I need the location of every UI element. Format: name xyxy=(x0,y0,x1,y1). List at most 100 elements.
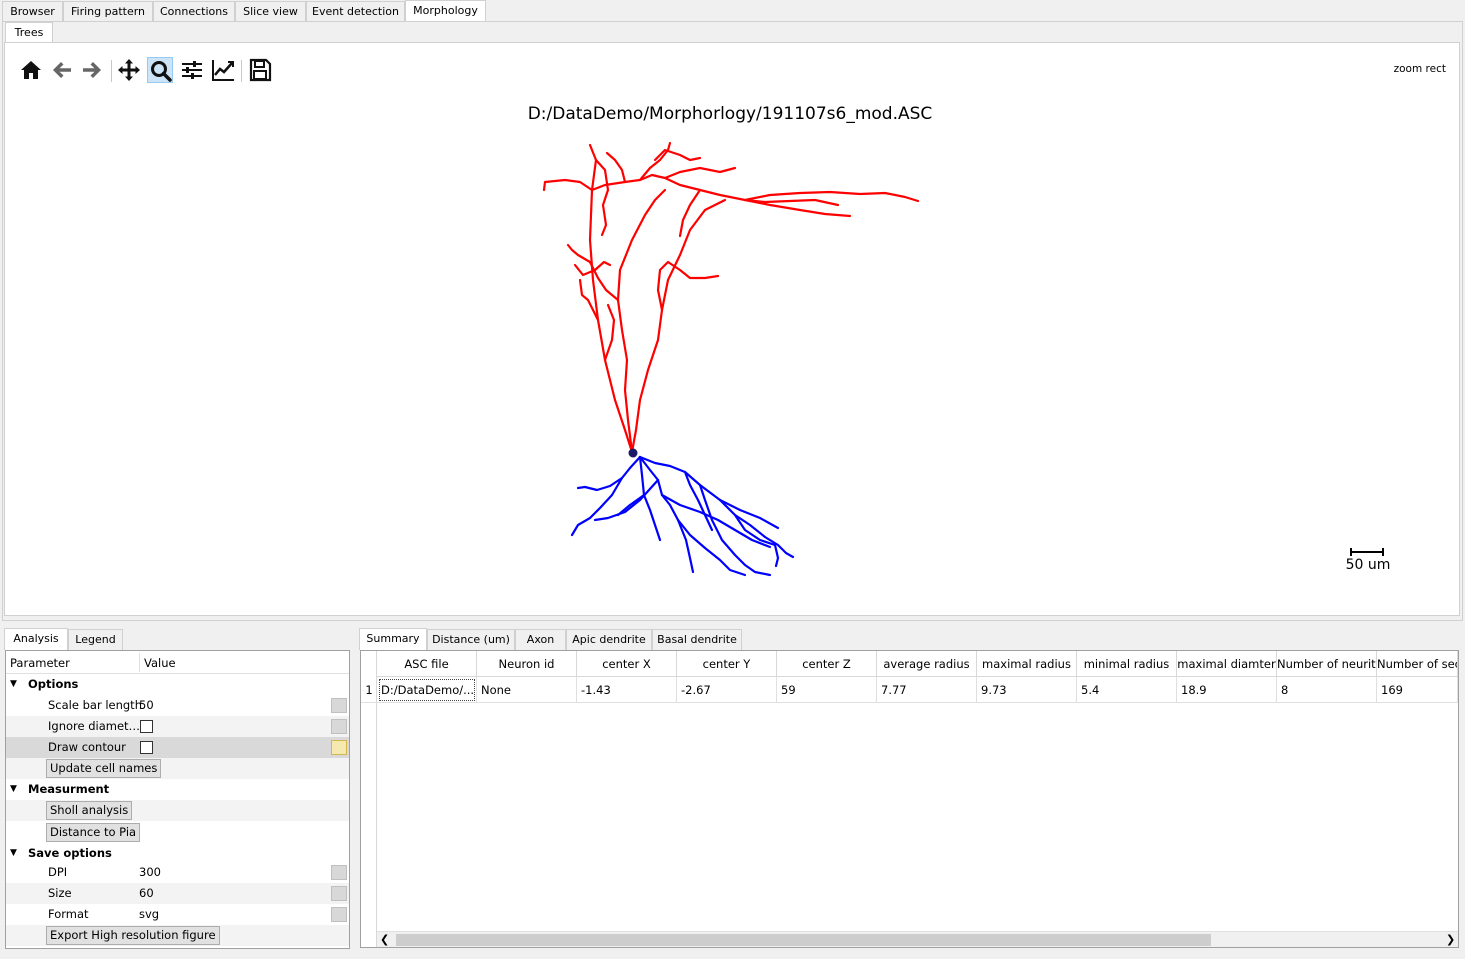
ignore-diameter-checkbox[interactable] xyxy=(140,720,153,733)
chevron-down-icon[interactable]: ▼ xyxy=(10,843,17,864)
reset-icon[interactable] xyxy=(331,907,347,922)
column-header[interactable]: Neuron id xyxy=(477,651,577,677)
param-size[interactable]: Size 60 xyxy=(6,883,349,904)
scale-bar-length-value[interactable]: 50 xyxy=(139,695,154,716)
column-header[interactable]: Number of sect xyxy=(1377,651,1458,677)
basal-dendrite xyxy=(570,455,795,577)
home-icon[interactable] xyxy=(18,57,44,83)
column-header[interactable]: average radius xyxy=(877,651,977,677)
scroll-right-icon[interactable]: ❯ xyxy=(1446,932,1455,947)
tab-firing-pattern[interactable]: Firing pattern xyxy=(63,1,153,22)
group-measurement[interactable]: ▼ Measurment xyxy=(6,779,349,800)
table-cell[interactable]: 7.77 xyxy=(877,677,977,703)
group-options-label: Options xyxy=(28,677,79,691)
group-save-options-label: Save options xyxy=(28,846,112,860)
scale-bar-length-label: Scale bar length xyxy=(48,698,142,712)
scale-bar-label: 50 um xyxy=(1345,557,1391,573)
table-cell[interactable]: 59 xyxy=(777,677,877,703)
draw-contour-checkbox[interactable] xyxy=(140,741,153,754)
forward-icon[interactable] xyxy=(79,57,105,83)
tab-event-detection[interactable]: Event detection xyxy=(306,1,405,22)
sholl-analysis-button[interactable]: Sholl analysis xyxy=(46,801,133,820)
apical-dendrite xyxy=(542,141,920,454)
tab-morphology[interactable]: Morphology xyxy=(405,0,486,22)
horizontal-scrollbar[interactable]: ❮ ❯ xyxy=(377,931,1458,947)
scroll-left-icon[interactable]: ❮ xyxy=(380,932,389,947)
table-cell[interactable]: 169 xyxy=(1377,677,1458,703)
toolbar-mode-label: zoom rect xyxy=(1393,63,1446,75)
tab-browser[interactable]: Browser xyxy=(2,1,63,22)
reset-icon[interactable] xyxy=(331,719,347,734)
table-cell[interactable]: 8 xyxy=(1277,677,1377,703)
reset-icon[interactable] xyxy=(331,886,347,901)
size-value[interactable]: 60 xyxy=(139,883,154,904)
column-header[interactable]: center Z xyxy=(777,651,877,677)
param-export: Export High resolution figure xyxy=(6,925,349,946)
column-header[interactable]: minimal radius xyxy=(1077,651,1177,677)
row-number[interactable]: 1 xyxy=(361,677,377,703)
param-update-cell-names: Update cell names xyxy=(6,758,349,779)
table-cell[interactable]: 18.9 xyxy=(1177,677,1277,703)
zoom-icon[interactable] xyxy=(147,57,173,83)
tab-slice-view[interactable]: Slice view xyxy=(235,1,306,22)
table-cell[interactable]: 9.73 xyxy=(977,677,1077,703)
column-header[interactable]: ASC file xyxy=(377,651,477,677)
size-label: Size xyxy=(48,886,72,900)
dpi-value[interactable]: 300 xyxy=(139,862,161,883)
param-draw-contour[interactable]: Draw contour xyxy=(6,737,349,758)
column-header[interactable]: center X xyxy=(577,651,677,677)
tab-basal-dendrite[interactable]: Basal dendrite xyxy=(652,629,742,650)
reset-icon[interactable] xyxy=(331,865,347,880)
edit-axis-icon[interactable] xyxy=(210,57,236,83)
back-icon[interactable] xyxy=(49,57,75,83)
table-cell[interactable]: D:/DataDemo/... xyxy=(377,677,477,703)
param-scale-bar-length[interactable]: Scale bar length 50 xyxy=(6,695,349,716)
tab-summary[interactable]: Summary xyxy=(359,628,427,650)
distance-to-pia-button[interactable]: Distance to Pia xyxy=(46,823,141,842)
column-header[interactable]: maximal diamter xyxy=(1177,651,1277,677)
ignore-diameter-label: Ignore diamet… xyxy=(48,719,141,733)
param-distance-pia: Distance to Pia xyxy=(6,822,349,843)
param-format[interactable]: Format svg xyxy=(6,904,349,925)
param-header: Parameter Value xyxy=(6,651,349,674)
chevron-down-icon[interactable]: ▼ xyxy=(10,779,17,800)
export-figure-button[interactable]: Export High resolution figure xyxy=(46,926,220,945)
column-header[interactable]: Number of neurite xyxy=(1277,651,1377,677)
param-sholl: Sholl analysis xyxy=(6,800,349,821)
tab-legend[interactable]: Legend xyxy=(68,629,123,650)
column-header[interactable]: maximal radius xyxy=(977,651,1077,677)
group-save-options[interactable]: ▼ Save options xyxy=(6,843,349,864)
table-cell[interactable]: None xyxy=(477,677,577,703)
param-header-label: Parameter xyxy=(10,656,70,670)
neuron-morphology xyxy=(542,141,920,577)
configure-subplots-icon[interactable] xyxy=(179,57,205,83)
scrollbar-thumb[interactable] xyxy=(396,934,1211,946)
tab-apic-dendrite[interactable]: Apic dendrite xyxy=(566,629,652,650)
update-cell-names-button[interactable]: Update cell names xyxy=(46,759,162,778)
format-value[interactable]: svg xyxy=(139,904,159,925)
summary-table: 1 ASC file Neuron id center X center Y c… xyxy=(360,650,1459,948)
dpi-label: DPI xyxy=(48,865,68,879)
group-options[interactable]: ▼ Options xyxy=(6,674,349,695)
tab-axon[interactable]: Axon xyxy=(515,629,566,650)
param-header-divider xyxy=(139,653,140,672)
table-cell[interactable]: 5.4 xyxy=(1077,677,1177,703)
tab-connections[interactable]: Connections xyxy=(153,1,235,22)
format-label: Format xyxy=(48,907,89,921)
reset-icon[interactable] xyxy=(331,698,347,713)
pan-icon[interactable] xyxy=(116,57,142,83)
save-icon[interactable] xyxy=(247,57,273,83)
column-header[interactable]: center Y xyxy=(677,651,777,677)
tab-trees[interactable]: Trees xyxy=(5,22,53,44)
tab-analysis[interactable]: Analysis xyxy=(4,628,68,650)
tab-distance[interactable]: Distance (um) xyxy=(427,629,515,650)
table-cell[interactable]: -2.67 xyxy=(677,677,777,703)
draw-contour-label: Draw contour xyxy=(48,740,126,754)
param-ignore-diameter[interactable]: Ignore diamet… xyxy=(6,716,349,737)
table-cell[interactable]: -1.43 xyxy=(577,677,677,703)
reset-icon[interactable] xyxy=(331,740,347,755)
chevron-down-icon[interactable]: ▼ xyxy=(10,674,17,695)
param-dpi[interactable]: DPI 300 xyxy=(6,862,349,883)
value-header-label: Value xyxy=(144,656,176,670)
parameter-tree: Parameter Value ▼ Options Scale bar leng… xyxy=(5,650,350,949)
